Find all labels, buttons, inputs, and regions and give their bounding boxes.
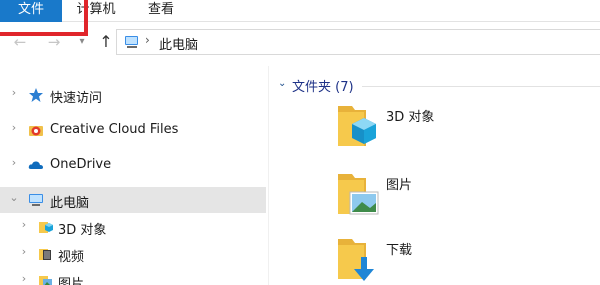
tree-item-label: 快速访问	[50, 91, 103, 106]
tree-item-pictures[interactable]: › 图片	[0, 268, 266, 285]
computer-icon	[29, 194, 43, 206]
tree-item-videos[interactable]: › 视频	[0, 241, 266, 267]
forward-button[interactable]: →	[44, 32, 64, 52]
computer-icon	[125, 36, 138, 48]
back-button[interactable]: ←	[10, 32, 30, 52]
chevron-right-icon[interactable]: ›	[8, 157, 20, 169]
tree-item-label: 图片	[58, 277, 85, 285]
video-folder-icon	[39, 249, 51, 260]
downloads-folder-icon	[338, 239, 374, 281]
chevron-down-icon: ⌄	[278, 78, 287, 89]
folder-label: 图片	[386, 178, 413, 193]
tab-computer[interactable]: 计算机	[66, 0, 126, 22]
chevron-down-icon[interactable]: ⌄	[8, 192, 20, 204]
tree-item-creative-cloud-files[interactable]: › Creative Cloud Files	[0, 117, 266, 143]
chevron-right-icon[interactable]: ›	[18, 273, 30, 285]
chevron-down-icon: ▾	[79, 36, 85, 47]
tree-item-onedrive[interactable]: › OneDrive	[0, 152, 266, 178]
navigation-pane: › 快速访问 › Creative Cloud Files › OneDrive…	[0, 66, 266, 285]
folder-label: 3D 对象	[386, 110, 435, 125]
breadcrumb-separator: ›	[145, 33, 150, 47]
chevron-right-icon[interactable]: ›	[18, 246, 30, 258]
tree-item-label: OneDrive	[50, 157, 112, 172]
star-icon	[29, 88, 43, 102]
tree-item-quick-access[interactable]: › 快速访问	[0, 82, 266, 108]
3d-objects-folder-icon	[338, 106, 376, 146]
pictures-folder-icon	[39, 276, 52, 285]
folder-label: 下载	[386, 243, 413, 258]
recent-locations-button[interactable]: ▾	[72, 32, 92, 52]
folder-item-3d-objects[interactable]: 3D 对象	[336, 102, 600, 162]
tree-item-label: 视频	[58, 250, 85, 265]
arrow-left-icon: ←	[13, 33, 27, 51]
creative-cloud-icon	[29, 126, 43, 136]
address-bar[interactable]: › 此电脑	[116, 29, 600, 55]
tab-view[interactable]: 查看	[136, 0, 186, 22]
tab-file[interactable]: 文件	[0, 0, 62, 22]
group-divider	[362, 86, 600, 87]
3d-objects-folder-icon	[39, 222, 53, 233]
up-button[interactable]: ↑	[96, 32, 116, 52]
chevron-right-icon[interactable]: ›	[18, 219, 30, 231]
breadcrumb-this-pc[interactable]: 此电脑	[159, 34, 198, 53]
chevron-right-icon[interactable]: ›	[8, 122, 20, 134]
ribbon-tab-bar: 文件 计算机 查看	[0, 0, 600, 22]
navigation-bar: ← → ▾ ↑ › 此电脑	[0, 26, 600, 58]
arrow-right-icon: →	[47, 33, 61, 51]
arrow-up-icon: ↑	[99, 32, 113, 51]
folder-item-pictures[interactable]: 图片	[336, 170, 600, 230]
cloud-icon	[28, 161, 43, 169]
tree-item-label: Creative Cloud Files	[50, 122, 179, 137]
tree-item-this-pc[interactable]: ⌄ 此电脑	[0, 187, 266, 213]
tree-item-3d-objects[interactable]: › 3D 对象	[0, 214, 266, 240]
tree-item-label: 此电脑	[50, 196, 90, 211]
folder-item-downloads[interactable]: 下载	[336, 235, 600, 285]
group-title: 文件夹 (7)	[292, 80, 354, 95]
pictures-folder-icon	[338, 174, 379, 215]
tree-item-label: 3D 对象	[58, 223, 107, 238]
pane-splitter[interactable]	[268, 66, 269, 285]
chevron-right-icon[interactable]: ›	[8, 87, 20, 99]
